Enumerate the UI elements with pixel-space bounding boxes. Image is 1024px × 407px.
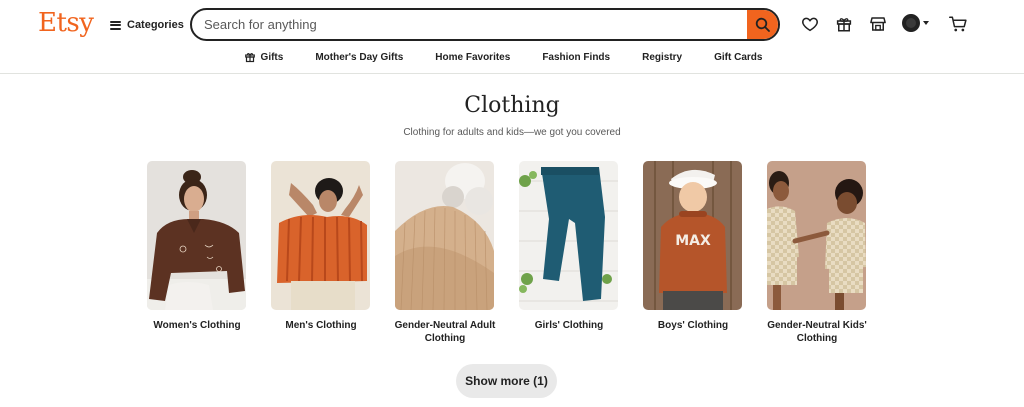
category-label: Gender-Neutral Kids' Clothing [767,320,867,344]
site-header: Etsy Categories Search for anything Gift… [0,0,1024,74]
nav-item-mothers-day-gifts[interactable]: Mother's Day Gifts [299,47,419,67]
category-label: Men's Clothing [285,320,357,331]
category-label: Girls' Clothing [534,320,604,331]
category-card-gender-neutral-adult-clothing[interactable]: Gender-Neutral Adult Clothing [395,161,495,345]
category-card-gender-neutral-kids-clothing[interactable]: Gender-Neutral Kids' Clothing [767,161,867,345]
account-menu-button[interactable] [902,14,929,32]
categories-menu-button[interactable]: Categories [110,16,184,34]
search-input[interactable] [192,10,747,39]
category-label: Women's Clothing [153,320,241,331]
category-label: Gender-Neutral Adult Clothing [394,320,496,344]
nav-item-label: Gift Cards [714,51,763,63]
sweater-text: MAX [675,233,711,249]
shop-manager-button[interactable] [868,14,888,34]
nav-item-home-favorites[interactable]: Home Favorites [419,47,526,67]
gift-icon [836,18,852,32]
nav-item-gifts[interactable]: Gifts [228,47,300,67]
search-icon [755,17,770,32]
heart-icon [802,17,818,32]
category-card-womens-clothing[interactable]: Women's Clothing [147,161,246,345]
favorites-button[interactable] [800,14,820,34]
category-image-womens-clothing [147,161,246,310]
etsy-logo[interactable]: Etsy [38,8,94,38]
category-label: Boys' Clothing [657,320,729,331]
nav-item-label: Fashion Finds [542,51,611,63]
gift-icon [244,53,255,63]
search-button[interactable] [747,10,778,39]
nav-item-fashion-finds[interactable]: Fashion Finds [526,47,626,67]
nav-bar: Gifts Mother's Day Gifts Home Favorites … [0,47,1024,67]
shop-icon [870,17,886,31]
avatar [902,14,920,32]
category-image-boys-clothing: MAX [643,161,742,310]
search-bar [190,8,780,41]
nav-item-registry[interactable]: Registry [626,47,698,67]
nav-item-label: Gifts [260,51,284,63]
page-title: Clothing [464,93,560,118]
categories-label: Categories [127,19,184,31]
nav-item-label: Home Favorites [435,51,511,63]
category-image-mens-clothing [271,161,370,310]
category-card-mens-clothing[interactable]: Men's Clothing [271,161,370,345]
cart-button[interactable] [948,14,968,34]
category-grid: Women's Clothing Men's Clothing Gender-N… [147,161,867,345]
gifts-button[interactable] [834,14,854,34]
category-image-girls-clothing [519,161,618,310]
nav-item-gift-cards[interactable]: Gift Cards [698,47,778,67]
nav-item-label: Mother's Day Gifts [315,51,404,63]
nav-item-label: Registry [642,51,683,63]
cart-icon [949,16,967,32]
page-subtitle: Clothing for adults and kids—we got you … [403,127,621,138]
category-image-gender-neutral-kids-clothing [767,161,866,310]
category-card-girls-clothing[interactable]: Girls' Clothing [519,161,618,345]
category-card-boys-clothing[interactable]: MAX Boys' Clothing [643,161,742,345]
chevron-down-icon [923,21,929,25]
hamburger-icon [110,20,121,30]
show-more-button[interactable]: Show more (1) [456,364,557,398]
category-image-gender-neutral-adult-clothing [395,161,494,310]
